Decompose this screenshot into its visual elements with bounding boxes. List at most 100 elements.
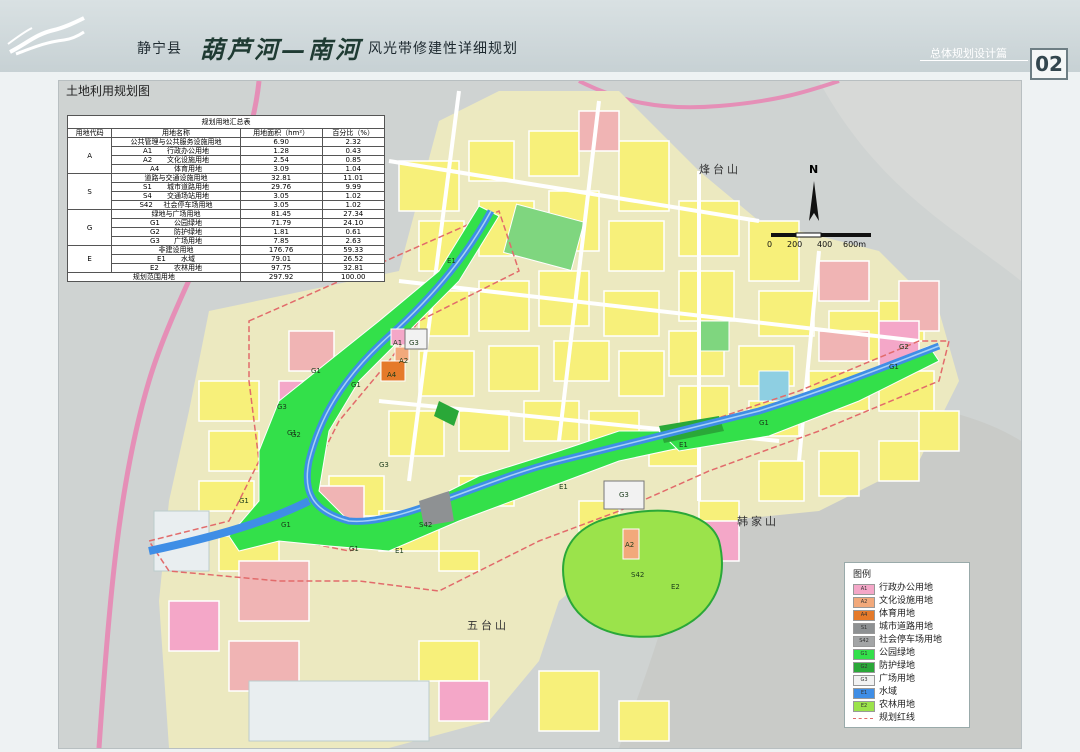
zone-label: A4 bbox=[387, 371, 397, 379]
zone-label: S42 bbox=[631, 571, 645, 579]
land-name: 社会停车场用地 bbox=[163, 201, 213, 209]
pct-cell: 1.02 bbox=[321, 200, 385, 210]
table-row: A1 行政办公用地 1.28 0.43 bbox=[68, 146, 385, 156]
zone-label: G1 bbox=[281, 521, 291, 529]
scale-label: 600m bbox=[843, 240, 867, 249]
pct-cell: 1.04 bbox=[321, 164, 385, 174]
place-fenghuang-shan: 烽台山 bbox=[699, 163, 741, 176]
land-subcode: S4 bbox=[142, 192, 152, 200]
place-hanjia-shan: 韩家山 bbox=[737, 515, 779, 528]
pct-cell: 24.10 bbox=[321, 218, 385, 228]
land-name: 农林用地 bbox=[173, 264, 202, 272]
area-cell: 1.28 bbox=[239, 146, 323, 156]
pct-cell: 26.52 bbox=[321, 254, 385, 264]
pct-cell: 9.99 bbox=[321, 182, 385, 192]
land-name: 体育用地 bbox=[173, 165, 202, 173]
legend-label: 农林用地 bbox=[879, 700, 916, 710]
zone-label: G3 bbox=[277, 403, 287, 411]
zone-label: G1 bbox=[759, 419, 769, 427]
table-header-row: 用地代码 用地名称 用地面积（hm²） 百分比（%） bbox=[66, 128, 385, 138]
zone-label: S42 bbox=[419, 521, 433, 529]
land-subcode: E2 bbox=[149, 264, 159, 272]
area-cell: 3.05 bbox=[239, 200, 323, 210]
total-pct: 100.00 bbox=[321, 272, 385, 282]
pct-cell: 0.61 bbox=[321, 227, 385, 237]
land-name-cell: G2 防护绿地 bbox=[111, 227, 241, 237]
table-row: S1 城市道路用地 29.76 9.99 bbox=[68, 182, 385, 192]
area-cell: 6.90 bbox=[239, 137, 323, 147]
area-cell: 97.75 bbox=[239, 263, 323, 273]
legend-swatch: S1 bbox=[853, 623, 875, 634]
pct-cell: 2.63 bbox=[321, 236, 385, 246]
land-name-cell: S1 城市道路用地 bbox=[111, 182, 241, 192]
legend-swatch: A1 bbox=[853, 584, 875, 595]
section-name: 总体规划设计篇 bbox=[930, 47, 1007, 60]
land-name-cell: E2 农林用地 bbox=[111, 263, 241, 273]
legend-label: 体育用地 bbox=[879, 609, 916, 619]
county-name: 静宁县 bbox=[137, 41, 182, 57]
zone-label: G1 bbox=[349, 545, 359, 553]
land-name-cell: 道路与交通设施用地 bbox=[111, 173, 241, 183]
table-row: S4 交通场站用地 3.05 1.02 bbox=[68, 191, 385, 201]
table-row: S 道路与交通设施用地 32.81 11.01 bbox=[66, 173, 385, 210]
pct-cell: 32.81 bbox=[321, 263, 385, 273]
land-name: 城市道路用地 bbox=[166, 183, 209, 191]
legend-label: 社会停车场用地 bbox=[879, 635, 943, 645]
zone-label: A2 bbox=[625, 541, 635, 549]
legend-swatch: A4 bbox=[853, 610, 875, 621]
zone-label: E1 bbox=[679, 441, 688, 449]
land-subcode: A1 bbox=[142, 147, 153, 155]
land-name-cell: S42 社会停车场用地 bbox=[111, 200, 241, 210]
map-title: 土地利用规划图 bbox=[66, 84, 151, 98]
land-name-cell: A2 文化设施用地 bbox=[111, 155, 241, 165]
table-row: G 绿地与广场用地 81.45 27.34 bbox=[66, 209, 385, 246]
land-name-cell: G1 公园绿地 bbox=[111, 218, 241, 228]
land-use-summary-table: 规划用地汇总表 用地代码 用地名称 用地面积（hm²） 百分比（%） A 公共管理… bbox=[66, 115, 385, 282]
area-cell: 32.81 bbox=[239, 173, 323, 183]
area-cell: 71.79 bbox=[239, 218, 323, 228]
legend-swatch bbox=[853, 718, 873, 719]
total-area: 297.92 bbox=[239, 272, 323, 282]
zone-label: G1 bbox=[311, 367, 321, 375]
legend-swatch: G1 bbox=[853, 649, 875, 660]
area-cell: 1.81 bbox=[239, 227, 323, 237]
column-header: 用地名称 bbox=[111, 128, 241, 138]
zone-label: G2 bbox=[899, 343, 909, 351]
land-name: 交通场站用地 bbox=[166, 192, 209, 200]
land-subcode: E1 bbox=[156, 255, 166, 263]
scale-bar-icon bbox=[771, 232, 871, 238]
legend-swatch: E2 bbox=[853, 701, 875, 712]
legend-label: 广场用地 bbox=[879, 674, 916, 684]
table-caption-row: 规划用地汇总表 bbox=[67, 115, 385, 129]
land-subcode: S1 bbox=[142, 183, 152, 191]
table-row: G2 防护绿地 1.81 0.61 bbox=[68, 227, 385, 237]
land-code-cell: S bbox=[66, 173, 113, 210]
area-cell: 3.09 bbox=[239, 164, 323, 174]
land-subcode: G2 bbox=[149, 228, 160, 236]
land-name: 防护绿地 bbox=[173, 228, 202, 236]
land-subcode: G1 bbox=[149, 219, 160, 227]
table-row: E2 农林用地 97.75 32.81 bbox=[68, 263, 385, 273]
zone-label: E1 bbox=[559, 483, 568, 491]
pct-cell: 11.01 bbox=[321, 173, 385, 183]
pct-cell: 27.34 bbox=[321, 209, 385, 219]
area-cell: 2.54 bbox=[239, 155, 323, 165]
column-header: 用地面积（hm²） bbox=[239, 128, 323, 138]
zone-label: E2 bbox=[671, 583, 680, 591]
legend-label: 公园绿地 bbox=[879, 648, 916, 658]
legend-swatch: G2 bbox=[853, 662, 875, 673]
land-subcode: S42 bbox=[139, 201, 153, 209]
place-wutai-shan: 五台山 bbox=[467, 619, 509, 632]
zone-label: E1 bbox=[447, 257, 456, 265]
legend-label: 文化设施用地 bbox=[879, 596, 934, 606]
zone-label: G3 bbox=[619, 491, 629, 499]
legend-swatch: S42 bbox=[853, 636, 875, 647]
river-logo-icon bbox=[7, 16, 85, 56]
zone-label: G1 bbox=[351, 381, 361, 389]
land-subcode: A4 bbox=[149, 165, 160, 173]
area-cell: 79.01 bbox=[239, 254, 323, 264]
legend-label: 城市道路用地 bbox=[879, 622, 934, 632]
legend-title: 图例 bbox=[853, 570, 872, 580]
table-row: A 公共管理与公共服务设施用地 6.90 2.32 bbox=[66, 137, 385, 174]
land-name-cell: 非建设用地 bbox=[111, 245, 241, 255]
